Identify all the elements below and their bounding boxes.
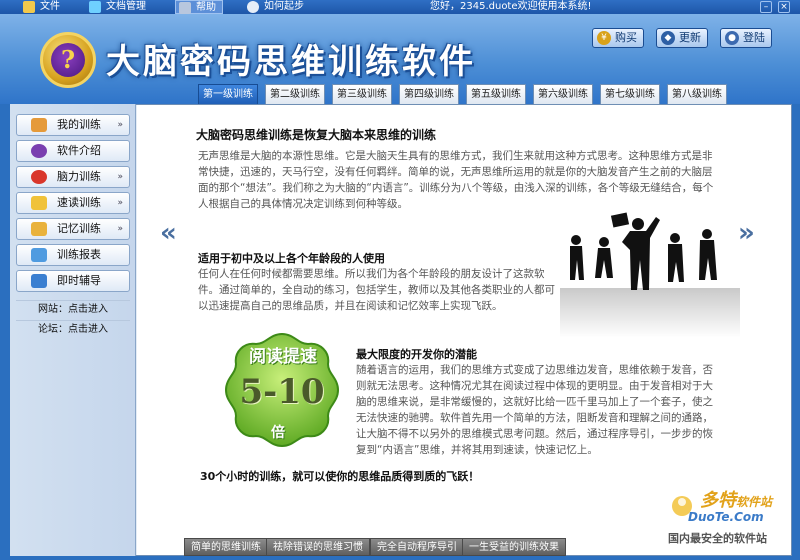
sidebar-item-software-intro[interactable]: 软件介绍 [16, 140, 130, 162]
app-title: 大脑密码思维训练软件 [106, 42, 476, 82]
sidebar-item-label: 脑力训练 [57, 170, 101, 183]
document-icon [89, 1, 101, 13]
chevron-down-icon: » [117, 198, 123, 208]
bottom-tab-simple-training[interactable]: 简单的思维训练 [184, 538, 268, 556]
logo-brain-icon: ? [51, 43, 85, 77]
sidebar-item-instant-tutoring[interactable]: 即时辅导 [16, 270, 130, 292]
sidebar-item-training-report[interactable]: 训练报表 [16, 244, 130, 266]
chevron-down-icon: » [117, 120, 123, 130]
login-button[interactable]: ● 登陆 [720, 28, 772, 48]
sidebar-item-label: 速读训练 [57, 196, 101, 209]
menu-doc-manage[interactable]: 文档管理 [86, 0, 152, 14]
prev-arrow-icon[interactable]: « [160, 218, 177, 248]
close-icon[interactable]: × [778, 1, 790, 13]
chevron-down-icon: » [117, 172, 123, 182]
menu-getting-started[interactable]: 如何起步 [244, 0, 310, 14]
open-book-icon [31, 196, 47, 210]
badge-unit: 倍 [271, 425, 285, 441]
forum-link[interactable]: 论坛：点击进入 [16, 320, 130, 338]
badge-label: 阅读提速 [249, 347, 317, 367]
buy-button-label: 购买 [615, 31, 637, 44]
badge-number: 5-10 [239, 372, 325, 412]
tab-level-2[interactable]: 第二级训练 [265, 84, 325, 104]
watermark-brand: 多特软件站 [700, 486, 772, 512]
help-icon [179, 2, 191, 14]
sidebar-item-speed-reading[interactable]: 速读训练 » [16, 192, 130, 214]
monitor-icon [31, 274, 47, 288]
logo-small-icon [31, 144, 47, 158]
sidebar-item-memory-training[interactable]: 记忆训练 » [16, 218, 130, 240]
watermark-domain: DuoTe.Com [688, 510, 764, 524]
sidebar-item-brain-training[interactable]: 脑力训练 » [16, 166, 130, 188]
bottom-tab-auto-guide[interactable]: 完全自动程序导引 [370, 538, 464, 556]
update-button-label: 更新 [679, 31, 701, 44]
potential-paragraph: 随着语言的运用，我们的思维方式变成了边思维边发音，思维依赖于发音，否则就无法思考… [356, 364, 713, 456]
cart-icon: ¥ [597, 31, 611, 45]
watermark-caption: 国内最安全的软件站 [668, 532, 767, 545]
audience-paragraph: 任何人在任何时候都需要思维。所以我们为各个年龄段的朋友设计了这款软件。通过简单的… [198, 268, 555, 312]
content-heading: 大脑密码思维训练是恢复大脑本来思维的训练 [196, 128, 437, 142]
bottom-tab-remove-bad-habits[interactable]: 祛除错误的思维习惯 [266, 538, 370, 556]
sidebar-item-label: 我的训练 [57, 118, 101, 131]
logo-mark: ? [60, 45, 76, 74]
buy-button[interactable]: ¥ 购买 [592, 28, 644, 48]
start-icon [247, 1, 259, 13]
tab-level-5[interactable]: 第五级训练 [466, 84, 526, 104]
user-icon: ● [725, 31, 739, 45]
sidebar-item-my-training[interactable]: 我的训练 » [16, 114, 130, 136]
notebook-icon [31, 222, 47, 236]
website-link[interactable]: 网站：点击进入 [16, 300, 130, 318]
sidebar-item-label: 即时辅导 [57, 274, 101, 287]
menu-file-label: 文件 [40, 1, 60, 12]
business-people-illustration [560, 212, 740, 338]
watermark-brand-main: 多特 [700, 490, 736, 511]
menu-help-label: 帮助 [196, 2, 216, 13]
menu-doc-manage-label: 文档管理 [106, 1, 146, 12]
minimize-icon[interactable]: – [760, 1, 772, 13]
audience-heading: 适用于初中及以上各个年龄段的人使用 [198, 252, 385, 265]
file-icon [23, 1, 35, 13]
sidebar-item-label: 记忆训练 [57, 222, 101, 235]
next-arrow-icon[interactable]: » [738, 218, 755, 248]
app-logo: ? [40, 32, 96, 88]
update-button[interactable]: ◆ 更新 [656, 28, 708, 48]
tab-level-1[interactable]: 第一级训练 [198, 84, 258, 104]
tab-level-4[interactable]: 第四级训练 [399, 84, 459, 104]
sidebar: 我的训练 » 软件介绍 脑力训练 » 速读训练 » 记忆训练 » 训练报表 即时… [10, 104, 136, 556]
intro-paragraph: 无声思维是大脑的本源性思维。它是大脑天生具有的思维方式，我们生来就用这种方式思考… [198, 150, 714, 210]
login-button-label: 登陆 [743, 31, 765, 44]
brain-icon [31, 170, 47, 184]
tab-level-3[interactable]: 第三级训练 [332, 84, 392, 104]
menu-getting-started-label: 如何起步 [264, 1, 304, 12]
tab-level-8[interactable]: 第八级训练 [667, 84, 727, 104]
closing-statement: 30个小时的训练，就可以使你的思维品质得到质的飞跃！ [200, 470, 480, 483]
welcome-text: 您好，2345.duote欢迎使用本系统! [430, 1, 592, 12]
sidebar-item-label: 训练报表 [57, 248, 101, 261]
potential-heading: 最大限度的开发你的潜能 [356, 348, 477, 361]
chart-icon [31, 248, 47, 262]
bottom-tab-lifelong-benefit[interactable]: 一生受益的训练效果 [462, 538, 566, 556]
menu-help[interactable]: 帮助 [175, 0, 223, 14]
tab-level-6[interactable]: 第六级训练 [533, 84, 593, 104]
sidebar-item-label: 软件介绍 [57, 144, 101, 157]
menu-file[interactable]: 文件 [20, 0, 66, 14]
tab-level-7[interactable]: 第七级训练 [600, 84, 660, 104]
menu-bar: 文件 文档管理 帮助 如何起步 您好，2345.duote欢迎使用本系统! – … [0, 0, 800, 14]
shield-icon: ◆ [661, 31, 675, 45]
book-icon [31, 118, 47, 132]
chevron-down-icon: » [117, 224, 123, 234]
watermark-brand-sub: 软件站 [736, 495, 773, 509]
